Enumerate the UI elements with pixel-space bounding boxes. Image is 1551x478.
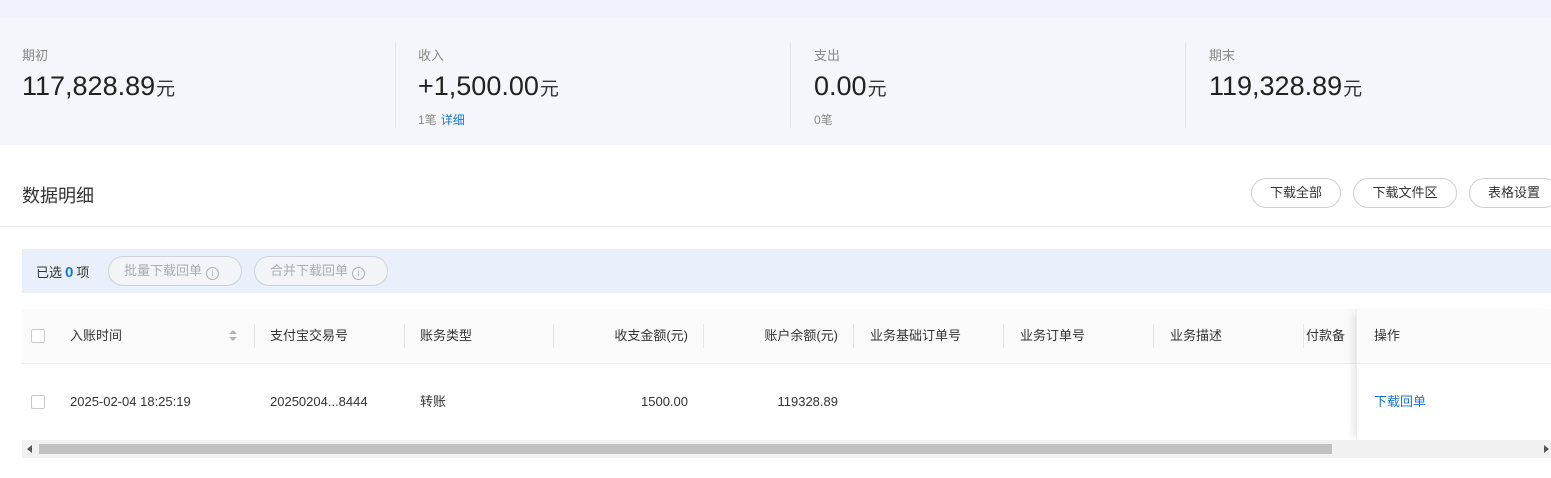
summary-opening-amount: 117,828.89 <box>22 71 156 101</box>
download-all-button[interactable]: 下载全部 <box>1251 178 1341 208</box>
section-header: 数据明细 下载全部 下载文件区 表格设置 <box>0 162 1551 227</box>
summary-closing: 期末 119,328.89元 <box>1187 18 1551 145</box>
column-header-base-order: 业务基础订单号 <box>870 328 962 343</box>
column-header-trade-no: 支付宝交易号 <box>270 328 349 343</box>
merge-download-label: 合并下载回单 <box>270 263 349 278</box>
summary-income-count: 1笔 <box>418 113 437 127</box>
column-header-amount: 收支金额(元) <box>614 328 688 343</box>
summary-income-value: +1,500.00元 <box>418 69 559 107</box>
cell-type: 转账 <box>420 394 447 409</box>
column-header-time[interactable]: 入账时间 <box>70 309 122 363</box>
section-title: 数据明细 <box>22 186 94 206</box>
selection-bar: 已选 0 项 批量下载回单 i 合并下载回单 i <box>22 249 1551 293</box>
summary-income-sub: 1笔 详细 <box>418 111 465 128</box>
download-receipt-link[interactable]: 下载回单 <box>1374 364 1426 440</box>
action-column-header: 操作 <box>1357 309 1551 364</box>
summary-expense-amount: 0.00 <box>814 71 867 101</box>
column-divider <box>404 324 405 348</box>
summary-income: 收入 +1,500.00元 1笔 详细 <box>396 18 791 145</box>
column-divider <box>254 324 255 348</box>
summary-expense-count: 0笔 <box>814 113 833 127</box>
table-settings-button[interactable]: 表格设置 <box>1469 178 1551 208</box>
summary-income-unit: 元 <box>539 79 559 100</box>
column-header-action: 操作 <box>1374 328 1401 343</box>
summary-closing-unit: 元 <box>1343 79 1363 100</box>
summary-expense-unit: 元 <box>867 79 887 100</box>
batch-download-label: 批量下载回单 <box>124 263 203 278</box>
scroll-right-icon[interactable] <box>1544 445 1549 453</box>
info-icon: i <box>206 267 220 280</box>
summary-opening-value: 117,828.89元 <box>22 69 175 107</box>
merge-download-button[interactable]: 合并下载回单 i <box>254 256 388 286</box>
summary-opening-label: 期初 <box>22 48 49 63</box>
summary-expense-sub: 0笔 <box>814 111 833 128</box>
action-cell: 下载回单 <box>1357 364 1551 440</box>
summary-panel: 期初 117,828.89元 收入 +1,500.00元 1笔 详细 支出 0.0… <box>0 18 1551 145</box>
selection-count: 0 <box>65 264 74 281</box>
column-header-remark: 付款备 <box>1306 328 1346 343</box>
summary-expense: 支出 0.00元 0笔 <box>792 18 1185 145</box>
summary-closing-amount: 119,328.89 <box>1209 71 1343 101</box>
column-divider <box>1003 324 1004 348</box>
horizontal-scrollbar[interactable] <box>22 440 1551 458</box>
column-header-order: 业务订单号 <box>1020 328 1086 343</box>
info-icon: i <box>352 267 366 280</box>
table-header: 入账时间 支付宝交易号 账务类型 收支金额(元) 账户余额(元) 业务基础订单号… <box>22 309 1551 364</box>
cell-balance: 119328.89 <box>777 394 839 409</box>
summary-closing-label: 期末 <box>1209 48 1236 63</box>
top-strip <box>0 0 1551 18</box>
summary-closing-value: 119,328.89元 <box>1209 69 1362 107</box>
summary-opening: 期初 117,828.89元 <box>0 18 395 145</box>
income-detail-link[interactable]: 详细 <box>441 113 465 127</box>
column-divider <box>853 324 854 348</box>
column-header-type: 账务类型 <box>420 328 473 343</box>
column-header-desc: 业务描述 <box>1170 328 1223 343</box>
selection-prefix: 已选 <box>36 265 63 280</box>
cell-amount: 1500.00 <box>641 394 688 409</box>
action-column: 操作 下载回单 <box>1356 309 1551 440</box>
table-row: 2025-02-04 18:25:19 20250204...8444 转账 1… <box>22 364 1551 441</box>
column-divider <box>1303 324 1304 348</box>
download-files-button[interactable]: 下载文件区 <box>1353 178 1457 208</box>
scroll-left-icon[interactable] <box>27 445 32 453</box>
selection-status: 已选 0 项 <box>36 262 89 281</box>
page: 期初 117,828.89元 收入 +1,500.00元 1笔 详细 支出 0.0… <box>0 0 1551 478</box>
column-header-balance: 账户余额(元) <box>764 328 838 343</box>
summary-expense-value: 0.00元 <box>814 69 887 107</box>
sort-icon[interactable] <box>229 330 237 342</box>
summary-income-label: 收入 <box>418 48 445 63</box>
cell-trade-no: 20250204...8444 <box>270 394 368 409</box>
batch-download-button[interactable]: 批量下载回单 i <box>108 256 242 286</box>
summary-opening-unit: 元 <box>156 79 176 100</box>
data-table: 入账时间 支付宝交易号 账务类型 收支金额(元) 账户余额(元) 业务基础订单号… <box>22 309 1551 441</box>
summary-income-amount: +1,500.00 <box>418 71 539 101</box>
scrollbar-thumb[interactable] <box>39 444 1332 454</box>
cell-time: 2025-02-04 18:25:19 <box>70 394 191 409</box>
row-checkbox[interactable] <box>31 395 45 409</box>
summary-divider <box>1185 42 1186 128</box>
column-divider <box>1153 324 1154 348</box>
selection-suffix: 项 <box>76 265 90 280</box>
summary-expense-label: 支出 <box>814 48 841 63</box>
select-all-checkbox[interactable] <box>31 329 45 343</box>
summary-divider <box>790 42 791 128</box>
